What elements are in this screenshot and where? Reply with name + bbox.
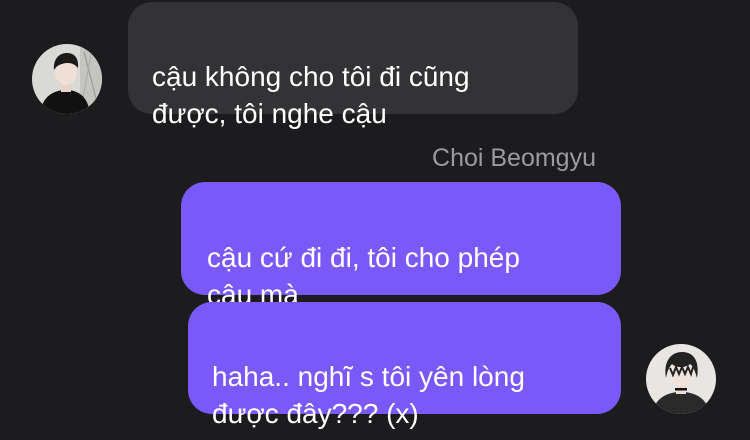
outgoing-message-text: haha.. nghĩ s tôi yên lòng được đây??? (…	[212, 361, 525, 429]
incoming-message-bubble[interactable]: cậu không cho tôi đi cũng được, tôi nghe…	[128, 2, 578, 129]
user-avatar[interactable]	[646, 344, 716, 414]
sender-avatar[interactable]	[32, 44, 102, 114]
outgoing-message-text: cậu cứ đi đi, tôi cho phép cậu mà	[207, 242, 520, 310]
profile-photo-icon	[646, 344, 716, 414]
outgoing-message-bubble[interactable]: haha.. nghĩ s tôi yên lòng được đây??? (…	[188, 302, 621, 429]
chat-screen: cậu không cho tôi đi cũng được, tôi nghe…	[0, 0, 750, 440]
sender-name-label: Choi Beomgyu	[432, 144, 596, 172]
incoming-message-text: cậu không cho tôi đi cũng được, tôi nghe…	[152, 61, 470, 129]
outgoing-message-bubble[interactable]: cậu cứ đi đi, tôi cho phép cậu mà	[181, 182, 621, 310]
profile-photo-icon	[32, 44, 102, 114]
